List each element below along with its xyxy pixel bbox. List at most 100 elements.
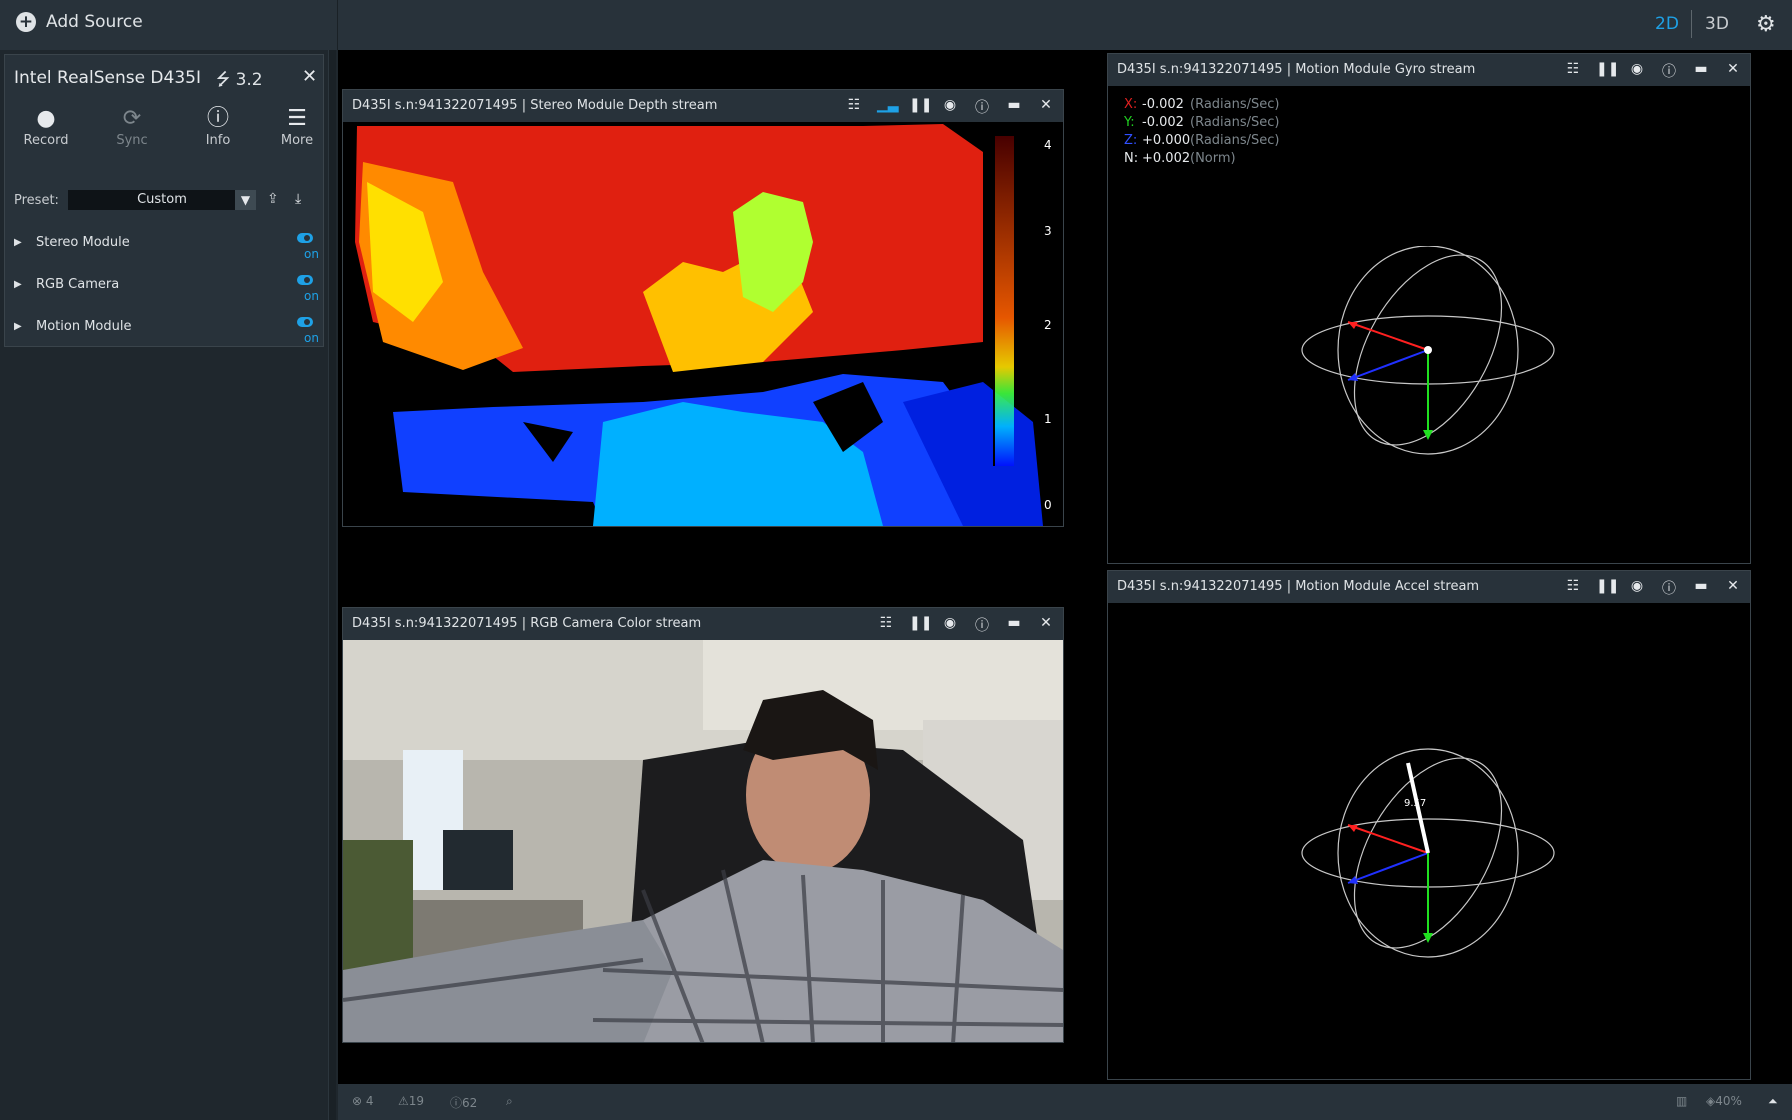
axis-unit: (Norm) — [1190, 151, 1236, 166]
more-button[interactable]: ☰ More — [272, 105, 322, 148]
camera-icon[interactable]: ◉ — [1628, 61, 1646, 81]
sync-button[interactable]: ⟳ Sync — [100, 105, 164, 148]
cpu-icon: ▥ — [1676, 1094, 1688, 1108]
sync-icon: ⟳ — [122, 106, 142, 131]
stereo-toggle[interactable] — [297, 233, 313, 243]
module-rgb[interactable]: ▶ RGB Camera on — [5, 273, 323, 313]
gyro-reading-x: X: -0.002 (Radians/Sec) — [1124, 96, 1279, 114]
depth-view[interactable]: 4 3 2 1 0 — [343, 122, 1063, 526]
search-icon[interactable]: ⌕ — [506, 1094, 513, 1109]
maximize-icon[interactable]: ▬ — [1005, 97, 1023, 117]
accel-stream-panel: D435I s.n:941322071495 | Motion Module A… — [1107, 570, 1751, 1080]
info-icon[interactable]: ⓘ — [1660, 578, 1678, 598]
close-icon[interactable]: ✕ — [1724, 578, 1742, 598]
pause-icon[interactable]: ❚❚ — [909, 615, 932, 635]
zoom-level-label: 40% — [1715, 1094, 1742, 1108]
sidebar-splitter[interactable] — [328, 50, 336, 1120]
top-bar-left: + Add Source — [0, 0, 338, 50]
gyro-stream-panel: D435I s.n:941322071495 | Motion Module G… — [1107, 53, 1751, 564]
info-label: Info — [205, 133, 231, 148]
axis-unit: (Radians/Sec) — [1190, 133, 1280, 148]
info-button[interactable]: ⓘ Info — [186, 105, 250, 148]
list-icon[interactable]: ☷ — [1564, 578, 1582, 598]
close-icon[interactable]: ✕ — [1724, 61, 1742, 81]
module-stereo[interactable]: ▶ Stereo Module on — [5, 231, 323, 271]
rgb-toggle[interactable] — [297, 275, 313, 285]
close-icon[interactable]: ✕ — [1037, 615, 1055, 635]
maximize-icon[interactable]: ▬ — [1692, 578, 1710, 598]
pause-icon[interactable]: ❚❚ — [1596, 578, 1619, 598]
chevron-down-icon[interactable]: ▼ — [235, 190, 256, 210]
view-toggle-divider — [1691, 10, 1692, 38]
view-3d-toggle[interactable]: 3D — [1705, 14, 1729, 34]
panel-toolbar: ☷ ❚❚ ◉ ⓘ ▬ ✕ — [1564, 61, 1742, 81]
axis-value: -0.002 — [1142, 115, 1184, 130]
axis-value: -0.002 — [1142, 97, 1184, 112]
close-device-icon[interactable]: ✕ — [302, 66, 317, 87]
settings-gear-icon[interactable]: ⚙ — [1756, 12, 1776, 37]
toggle-state: on — [304, 331, 319, 345]
sidebar: Intel RealSense D435I ⭍ 3.2 ✕ ● Record ⟳… — [0, 50, 338, 1120]
camera-icon[interactable]: ◉ — [941, 615, 959, 635]
color-stream-panel: D435I s.n:941322071495 | RGB Camera Colo… — [342, 607, 1064, 1043]
list-icon[interactable]: ☷ — [845, 97, 863, 117]
pause-icon[interactable]: ❚❚ — [1596, 61, 1619, 81]
chart-icon[interactable]: ▁▃ — [877, 97, 899, 117]
info-count[interactable]: ⓘ62 — [450, 1094, 477, 1111]
maximize-icon[interactable]: ▬ — [1005, 615, 1023, 635]
list-icon[interactable]: ☷ — [877, 615, 895, 635]
record-label: Record — [23, 133, 69, 148]
accel-sphere: 9.57 — [1301, 748, 1555, 958]
depth-scale-tick: 2 — [1044, 318, 1052, 332]
module-motion[interactable]: ▶ Motion Module on — [5, 315, 323, 355]
warning-count[interactable]: ⚠19 — [398, 1094, 424, 1108]
toggle-state: on — [304, 289, 319, 303]
info-icon[interactable]: ⓘ — [1660, 61, 1678, 81]
camera-icon[interactable]: ◉ — [1628, 578, 1646, 598]
drop-icon: ◈ — [1706, 1094, 1716, 1108]
depth-scale-tick: 4 — [1044, 138, 1052, 152]
depth-scale-tick: 3 — [1044, 224, 1052, 238]
camera-icon[interactable]: ◉ — [941, 97, 959, 117]
panel-title: D435I s.n:941322071495 | Motion Module A… — [1117, 579, 1480, 594]
info-icon[interactable]: ⓘ — [973, 615, 991, 635]
expand-arrow-icon[interactable]: ▶ — [14, 321, 22, 332]
axis-value: +0.000 — [1142, 133, 1191, 148]
maximize-icon[interactable]: ▬ — [1692, 61, 1710, 81]
list-icon[interactable]: ☷ — [1564, 61, 1582, 81]
module-name: Stereo Module — [36, 235, 130, 250]
expand-arrow-icon[interactable]: ▶ — [14, 279, 22, 290]
pause-icon[interactable]: ❚❚ — [909, 97, 932, 117]
gyro-view[interactable]: X: -0.002 (Radians/Sec) Y: -0.002 (Radia… — [1108, 86, 1750, 563]
depth-image — [343, 122, 1063, 526]
info-icon[interactable]: ⓘ — [973, 97, 991, 117]
download-icon[interactable]: ⤓ — [295, 191, 301, 207]
axis-label: Y: — [1124, 115, 1135, 130]
panel-header: D435I s.n:941322071495 | Stereo Module D… — [343, 90, 1063, 122]
panel-toolbar: ☷ ▁▃ ❚❚ ◉ ⓘ ▬ ✕ — [845, 97, 1055, 117]
menu-icon: ☰ — [287, 106, 307, 131]
record-icon: ● — [36, 106, 56, 131]
error-icon: ⊗ — [352, 1094, 363, 1108]
upload-icon[interactable]: ⇪ — [267, 191, 279, 207]
view-2d-toggle[interactable]: 2D — [1655, 14, 1679, 34]
preset-select[interactable]: Custom — [68, 190, 256, 210]
device-header: Intel RealSense D435I ⭍ 3.2 ✕ — [5, 55, 323, 101]
error-count-label: 4 — [365, 1094, 374, 1108]
gyro-reading-z: Z: +0.000 (Radians/Sec) — [1124, 132, 1279, 150]
expand-arrow-icon[interactable]: ▶ — [14, 237, 22, 248]
record-button[interactable]: ● Record — [14, 105, 78, 148]
panel-title: D435I s.n:941322071495 | RGB Camera Colo… — [352, 616, 702, 631]
depth-scale-tick: 0 — [1044, 498, 1052, 512]
sync-label: Sync — [116, 133, 148, 148]
motion-toggle[interactable] — [297, 317, 313, 327]
axis-value: +0.002 — [1142, 151, 1191, 166]
notification-icon[interactable]: ⏶ — [1768, 1094, 1778, 1109]
add-source-button[interactable]: + Add Source — [16, 12, 143, 32]
close-icon[interactable]: ✕ — [1037, 97, 1055, 117]
panel-title: D435I s.n:941322071495 | Stereo Module D… — [352, 98, 718, 113]
usb-icon: ⭍ — [216, 70, 231, 90]
color-view[interactable] — [343, 640, 1063, 1042]
accel-view[interactable]: 9.57 — [1108, 603, 1750, 1079]
error-count[interactable]: ⊗ 4 — [352, 1094, 374, 1108]
